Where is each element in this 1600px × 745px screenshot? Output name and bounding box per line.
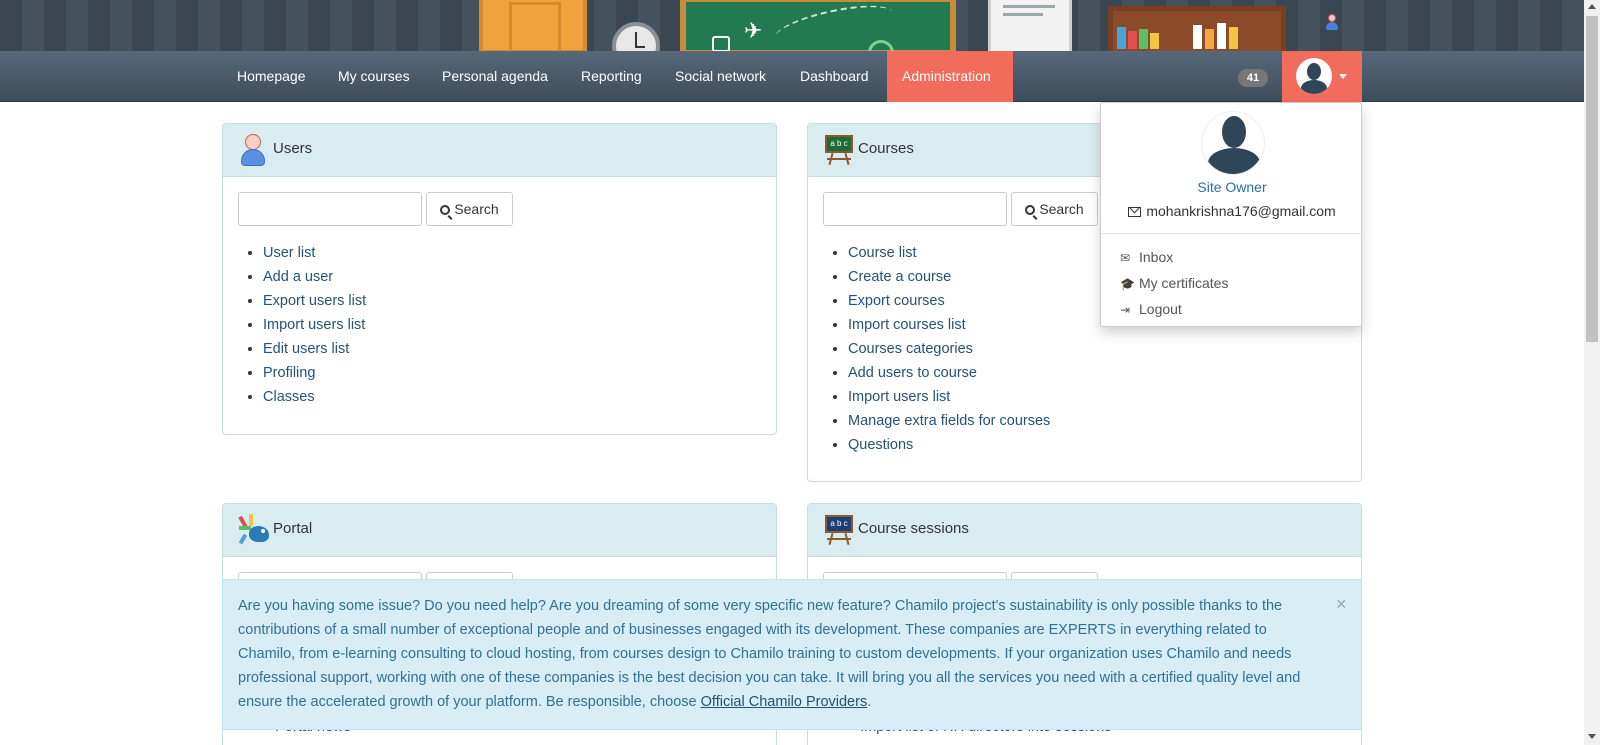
list-item: Profiling: [263, 361, 366, 385]
user-dropdown-menu: Site Owner mohankrishna176@gmail.com ✉ In…: [1100, 102, 1362, 327]
chameleon-logo-icon: [238, 514, 269, 546]
extra-fields-link[interactable]: Manage extra fields for courses: [848, 413, 1050, 429]
poster-illustration: [988, 0, 1072, 51]
nav-homepage[interactable]: Homepage: [222, 51, 321, 102]
create-course-link[interactable]: Create a course: [848, 269, 951, 285]
list-item: Create a course: [848, 265, 1050, 289]
notification-badge[interactable]: 41: [1238, 69, 1268, 87]
import-users-link[interactable]: Import users list: [263, 317, 365, 333]
nav-administration[interactable]: Administration: [887, 51, 1013, 102]
users-search-button[interactable]: Search: [426, 192, 513, 226]
list-item: Courses categories: [848, 337, 1050, 361]
list-item: Export users list: [263, 289, 366, 313]
list-item: Export courses: [848, 289, 1050, 313]
list-item: Classes: [263, 385, 366, 409]
courses-categories-link[interactable]: Courses categories: [848, 341, 973, 357]
import-users-list-link[interactable]: Import users list: [848, 389, 950, 405]
sign-out-icon: ⇥: [1120, 303, 1131, 317]
classes-link[interactable]: Classes: [263, 389, 315, 405]
user-mini-icon: [1325, 14, 1339, 30]
edit-users-link[interactable]: Edit users list: [263, 341, 349, 357]
list-item: Manage extra fields for courses: [848, 409, 1050, 433]
courses-search-input[interactable]: [823, 192, 1007, 226]
courses-search-button[interactable]: Search: [1011, 192, 1098, 226]
users-panel: Users Search User list Add a user Export…: [222, 123, 777, 435]
scroll-down-arrow-icon[interactable]: [1588, 734, 1596, 739]
inbox-menu-item[interactable]: ✉ Inbox: [1120, 249, 1173, 265]
caret-down-icon: [1339, 74, 1347, 79]
list-item: Questions: [848, 433, 1050, 457]
questions-link[interactable]: Questions: [848, 437, 913, 453]
avatar: [1296, 58, 1332, 94]
bookshelf-illustration: [1108, 6, 1286, 51]
official-providers-link[interactable]: Official Chamilo Providers: [701, 694, 868, 710]
chalkboard-illustration: ✈: [680, 0, 956, 51]
paper-plane-icon: ✈: [744, 18, 763, 43]
export-courses-link[interactable]: Export courses: [848, 293, 945, 309]
users-search-input[interactable]: [238, 192, 422, 226]
graduation-cap-icon: 🎓: [1120, 277, 1135, 291]
course-list-link[interactable]: Course list: [848, 245, 917, 261]
list-item: Course list: [848, 241, 1050, 265]
user-list-link[interactable]: User list: [263, 245, 315, 261]
list-item: User list: [263, 241, 366, 265]
add-users-to-course-link[interactable]: Add users to course: [848, 365, 977, 381]
door-illustration: [479, 0, 587, 51]
avatar-large: [1201, 111, 1265, 175]
user-name-link[interactable]: Site Owner: [1101, 179, 1363, 195]
profiling-link[interactable]: Profiling: [263, 365, 315, 381]
logout-menu-item[interactable]: ⇥ Logout: [1120, 301, 1182, 317]
clock-illustration: [612, 22, 660, 51]
import-courses-link[interactable]: Import courses list: [848, 317, 966, 333]
alert-period: .: [867, 694, 872, 710]
list-item: Import courses list: [848, 313, 1050, 337]
courses-links: Course list Create a course Export cours…: [848, 241, 1050, 457]
users-panel-title: Users: [273, 140, 313, 157]
list-item: Import users list: [263, 313, 366, 337]
add-user-link[interactable]: Add a user: [263, 269, 333, 285]
portal-panel-header: Portal: [223, 504, 776, 557]
portal-panel-title: Portal: [273, 520, 313, 537]
envelope-icon: [1128, 207, 1142, 217]
chalkboard-abc-icon: a b c: [824, 134, 854, 166]
nav-personal-agenda[interactable]: Personal agenda: [427, 51, 563, 102]
alert-close-button[interactable]: ×: [1336, 594, 1347, 615]
nav-reporting[interactable]: Reporting: [566, 51, 657, 102]
providers-alert: Are you having some issue? Do you need h…: [222, 579, 1362, 730]
header-banner: ✈: [0, 0, 1584, 51]
search-icon: [1025, 205, 1036, 215]
list-item: Edit users list: [263, 337, 366, 361]
users-icon: [239, 134, 269, 166]
list-item: Add a user: [263, 265, 366, 289]
sessions-panel-title: Course sessions: [858, 520, 969, 537]
scroll-up-arrow-icon[interactable]: [1588, 4, 1596, 9]
scroll-thumb[interactable]: [1586, 16, 1598, 342]
nav-my-courses[interactable]: My courses: [323, 51, 425, 102]
page-scrollbar[interactable]: [1584, 0, 1600, 745]
sessions-panel-header: a b c Course sessions: [808, 504, 1361, 557]
search-icon: [440, 205, 451, 215]
list-item: Add users to course: [848, 361, 1050, 385]
courses-panel-title: Courses: [858, 140, 914, 157]
certificates-menu-item[interactable]: 🎓 My certificates: [1120, 275, 1228, 291]
user-menu-toggle[interactable]: [1282, 51, 1362, 102]
user-email: mohankrishna176@gmail.com: [1101, 203, 1363, 219]
users-panel-header: Users: [223, 124, 776, 177]
export-users-link[interactable]: Export users list: [263, 293, 366, 309]
list-item: Import users list: [848, 385, 1050, 409]
envelope-icon: ✉: [1120, 251, 1131, 265]
users-links: User list Add a user Export users list I…: [263, 241, 366, 409]
nav-social-network[interactable]: Social network: [660, 51, 781, 102]
dropdown-divider: [1101, 233, 1361, 234]
sessions-chalkboard-icon: a b c: [824, 514, 854, 546]
nav-dashboard[interactable]: Dashboard: [785, 51, 884, 102]
